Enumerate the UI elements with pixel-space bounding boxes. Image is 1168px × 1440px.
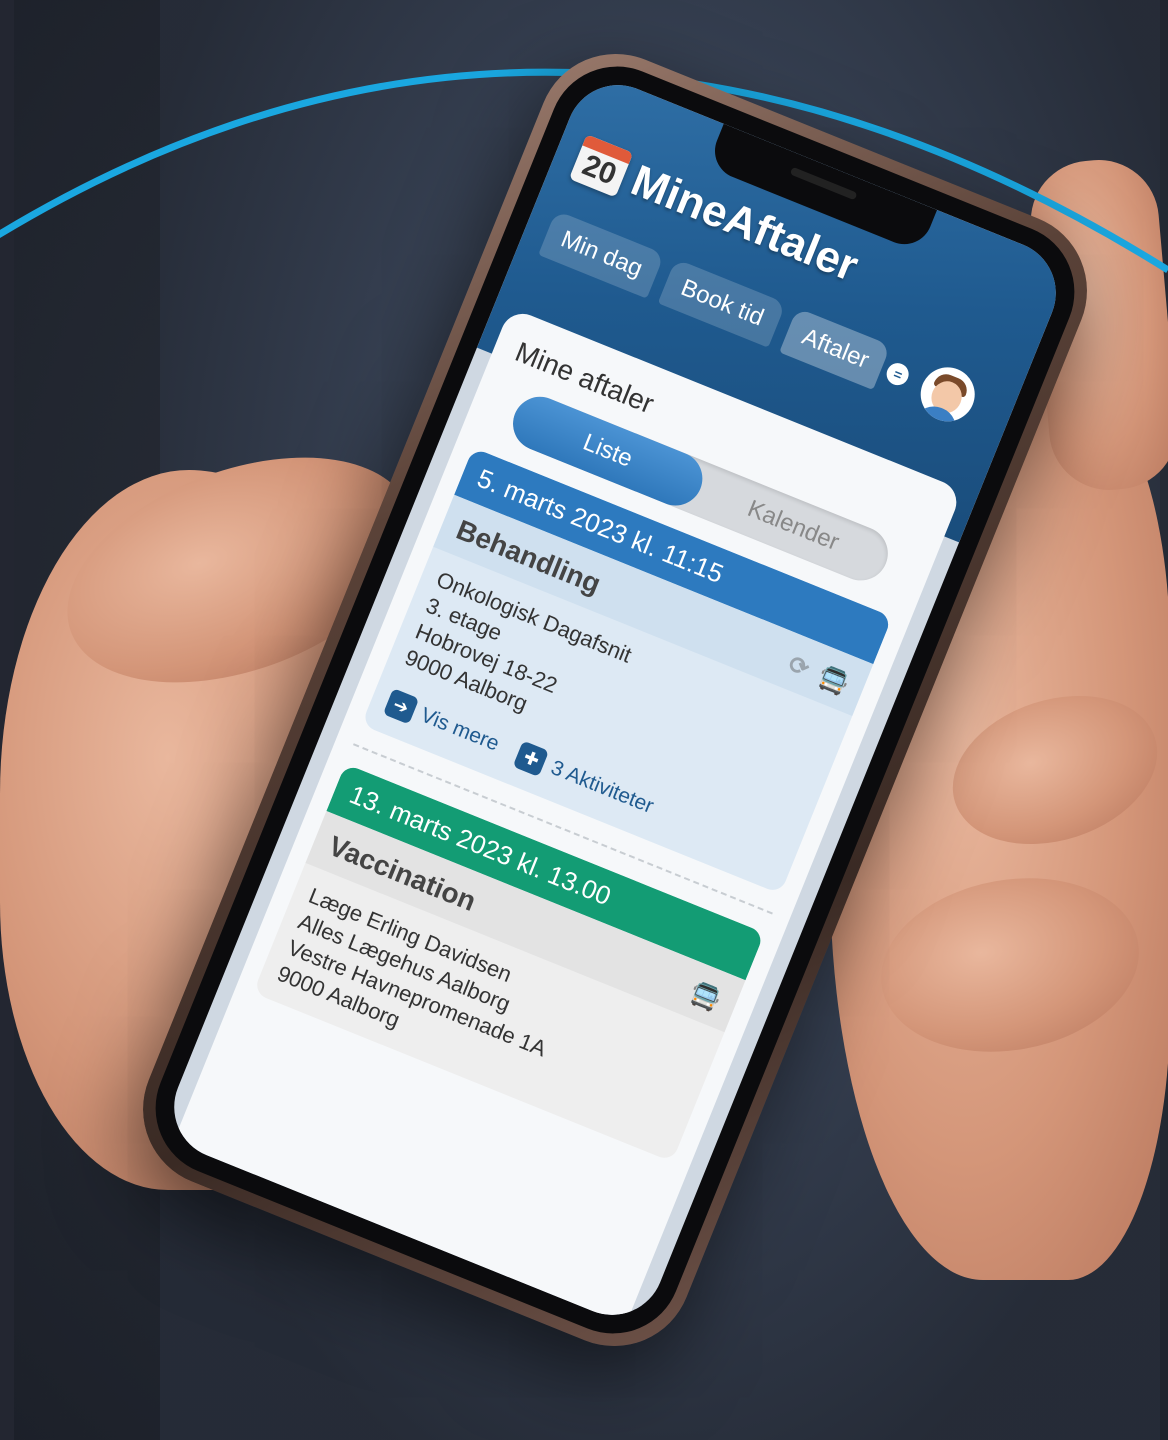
speaker-icon xyxy=(789,166,858,201)
tab-book-tid[interactable]: Book tid xyxy=(658,258,787,348)
pin-icon: ✚ xyxy=(513,740,550,778)
calendar-icon: 20 xyxy=(568,134,634,198)
menu-icon[interactable]: = xyxy=(883,360,913,389)
sync-icon[interactable]: ⟳ xyxy=(784,649,814,683)
tab-min-dag[interactable]: Min dag xyxy=(538,210,666,299)
avatar[interactable] xyxy=(913,359,984,430)
transport-icon[interactable]: 🚍 xyxy=(686,977,725,1015)
transport-icon[interactable]: 🚍 xyxy=(814,661,853,699)
arrow-right-icon: ➔ xyxy=(382,688,420,725)
appointment-icons: 🚍 xyxy=(686,977,725,1015)
tab-aftaler[interactable]: Aftaler xyxy=(779,307,892,391)
